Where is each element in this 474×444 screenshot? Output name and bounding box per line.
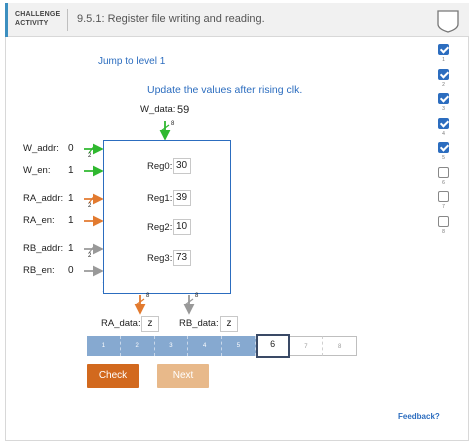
w-en-value: 1 (68, 165, 74, 176)
progress-segment-1[interactable]: 1 (87, 336, 121, 356)
level-number: 3 (442, 106, 445, 112)
checkmark-icon (438, 142, 449, 153)
level-progress-bar: 12345678 (87, 334, 357, 358)
reg3-label: Reg3: (147, 253, 173, 264)
reg2-value[interactable]: 10 (173, 219, 191, 235)
checkmark-icon (438, 117, 449, 129)
check-button[interactable]: Check (87, 364, 139, 388)
rb-addr-label: RB_addr: (23, 243, 64, 254)
checkmark-icon (438, 44, 449, 55)
level-1-checkbox[interactable]: 1 (438, 44, 452, 63)
reg3-value[interactable]: 73 (173, 250, 191, 266)
rb-en-label: RB_en: (23, 265, 55, 276)
checkmark-icon (438, 93, 449, 104)
w-addr-width: 2 (88, 153, 92, 159)
w-data-value: 59 (177, 104, 190, 116)
progress-segment-5[interactable]: 5 (222, 336, 256, 356)
checkmark-icon (438, 68, 449, 80)
ra-addr-width: 2 (88, 203, 92, 209)
empty-checkbox-icon (438, 191, 449, 202)
w-data-label: W_data: (140, 104, 176, 115)
w-en-label: W_en: (23, 165, 51, 176)
activity-frame (5, 3, 469, 441)
level-number: 8 (442, 228, 445, 235)
reg2-label: Reg2: (147, 222, 173, 233)
progress-segment-4[interactable]: 4 (188, 336, 222, 356)
reg0-value[interactable]: 30 (173, 158, 191, 174)
progress-segment-8[interactable]: 8 (323, 336, 357, 356)
empty-checkbox-icon (438, 215, 449, 227)
ra-en-value: 1 (68, 215, 74, 226)
rb-en-value: 0 (68, 265, 74, 276)
rb-addr-value: 1 (68, 243, 74, 254)
level-2-checkbox[interactable]: 2 (438, 68, 452, 88)
level-number: 1 (442, 57, 445, 63)
header-accent-bar (5, 3, 8, 37)
progress-segment-3[interactable]: 3 (154, 336, 189, 356)
level-5-checkbox[interactable]: 5 (438, 142, 452, 161)
w-data-width: 8 (171, 121, 175, 127)
challenge-activity-badge: CHALLENGE ACTIVITY (15, 10, 61, 28)
empty-checkbox-icon (438, 166, 449, 178)
level-7-checkbox[interactable]: 7 (438, 191, 452, 210)
level-number: 2 (442, 81, 445, 88)
level-number: 5 (442, 155, 445, 161)
rb-addr-width: 2 (88, 253, 92, 259)
level-number: 7 (442, 204, 445, 210)
ra-data-label: RA_data: (101, 318, 141, 329)
ra-addr-label: RA_addr: (23, 193, 64, 204)
badge-line-2: ACTIVITY (15, 20, 49, 27)
ra-addr-value: 1 (68, 193, 74, 204)
level-8-checkbox[interactable]: 8 (438, 215, 452, 235)
reg0-label: Reg0: (147, 161, 173, 172)
ra-data-value[interactable]: z (141, 316, 159, 332)
progress-segment-6[interactable]: 6 (255, 334, 290, 358)
w-addr-value: 0 (68, 143, 74, 154)
jump-to-level-link[interactable]: Jump to level 1 (98, 56, 165, 67)
next-button[interactable]: Next (157, 364, 209, 388)
shield-icon (437, 10, 459, 33)
rb-data-width: 8 (195, 293, 199, 299)
progress-segment-7[interactable]: 7 (289, 336, 324, 356)
badge-line-1: CHALLENGE (15, 11, 61, 18)
activity-header: CHALLENGE ACTIVITY 9.5.1: Register file … (5, 3, 469, 37)
level-4-checkbox[interactable]: 4 (438, 117, 452, 137)
ra-data-width: 8 (146, 293, 150, 299)
header-separator (67, 9, 68, 31)
feedback-link[interactable]: Feedback? (398, 412, 440, 421)
w-addr-label: W_addr: (23, 143, 59, 154)
progress-segment-2[interactable]: 2 (120, 336, 155, 356)
ra-en-label: RA_en: (23, 215, 55, 226)
reg1-value[interactable]: 39 (173, 190, 191, 206)
level-6-checkbox[interactable]: 6 (438, 166, 452, 186)
instruction-text: Update the values after rising clk. (147, 84, 303, 96)
activity-title: 9.5.1: Register file writing and reading… (77, 13, 265, 25)
level-number: 4 (442, 130, 445, 137)
reg1-label: Reg1: (147, 193, 173, 204)
rb-data-value[interactable]: z (220, 316, 238, 332)
rb-data-label: RB_data: (179, 318, 219, 329)
level-number: 6 (442, 179, 445, 186)
level-3-checkbox[interactable]: 3 (438, 93, 452, 112)
